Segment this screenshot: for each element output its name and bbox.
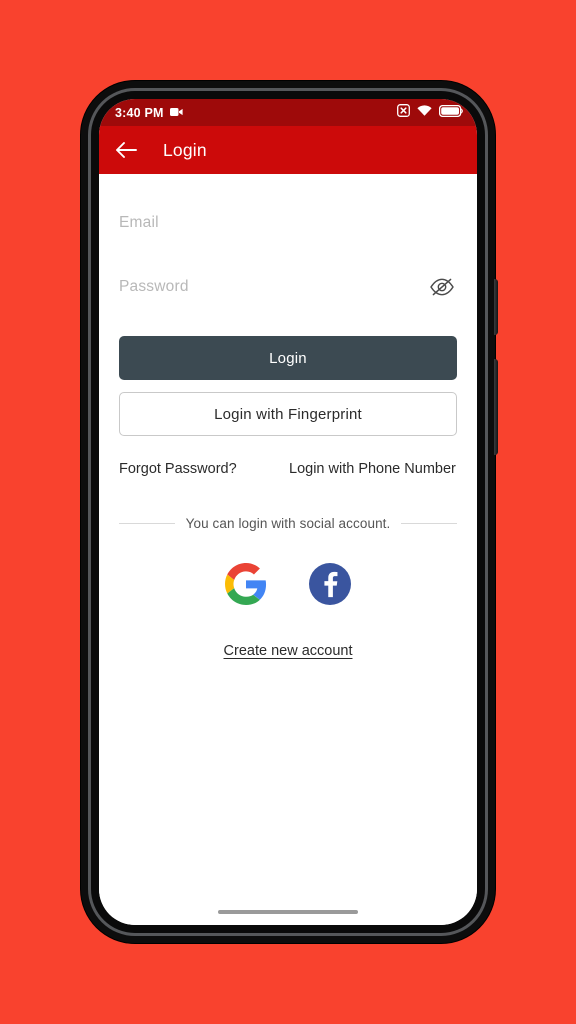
phone-device: 3:40 PM Login Email Password Login Login…	[81, 81, 498, 943]
google-logo-icon	[225, 563, 267, 606]
page-title: Login	[163, 139, 207, 160]
social-divider: You can login with social account.	[119, 516, 457, 531]
home-indicator-wrap	[119, 910, 457, 925]
home-indicator[interactable]	[218, 910, 358, 914]
create-account-link[interactable]: Create new account	[224, 643, 353, 659]
wifi-icon	[417, 104, 432, 122]
back-arrow-icon[interactable]	[115, 141, 137, 159]
fingerprint-login-button[interactable]: Login with Fingerprint	[119, 392, 457, 436]
forgot-password-link[interactable]: Forgot Password?	[119, 461, 237, 477]
facebook-signin-button[interactable]	[309, 563, 351, 606]
status-bar: 3:40 PM	[99, 99, 477, 126]
secondary-links-row: Forgot Password? Login with Phone Number	[119, 460, 457, 478]
email-field[interactable]: Email	[119, 196, 457, 250]
create-account-wrap: Create new account	[119, 643, 457, 659]
phone-side-button-power[interactable]	[494, 359, 498, 455]
password-field[interactable]: Password	[119, 260, 457, 314]
status-bar-left: 3:40 PM	[115, 104, 183, 122]
login-button[interactable]: Login	[119, 336, 457, 380]
phone-login-link[interactable]: Login with Phone Number	[289, 460, 456, 478]
divider-line-right	[401, 523, 457, 525]
email-field-placeholder: Email	[119, 214, 159, 231]
ringer-off-icon	[397, 103, 410, 122]
phone-side-button-volume[interactable]	[494, 279, 498, 335]
app-bar: Login	[99, 126, 477, 174]
facebook-logo-icon	[309, 563, 351, 606]
login-form: Email Password Login Login with Fingerpr…	[99, 174, 477, 925]
password-field-placeholder: Password	[119, 278, 189, 295]
status-bar-right	[397, 103, 464, 122]
video-camera-icon	[169, 104, 183, 122]
social-buttons-row	[119, 563, 457, 606]
fingerprint-login-button-label: Login with Fingerprint	[214, 405, 362, 423]
divider-line-left	[119, 523, 175, 525]
login-button-label: Login	[269, 349, 307, 367]
social-divider-label: You can login with social account.	[185, 516, 391, 532]
phone-screen: 3:40 PM Login Email Password Login Login…	[99, 99, 477, 925]
battery-full-icon	[438, 104, 464, 122]
eye-off-icon[interactable]	[429, 277, 457, 297]
status-bar-clock: 3:40 PM	[115, 105, 164, 120]
google-signin-button[interactable]	[225, 563, 267, 606]
forgot-password-link-wrap: Forgot Password?	[119, 460, 289, 478]
